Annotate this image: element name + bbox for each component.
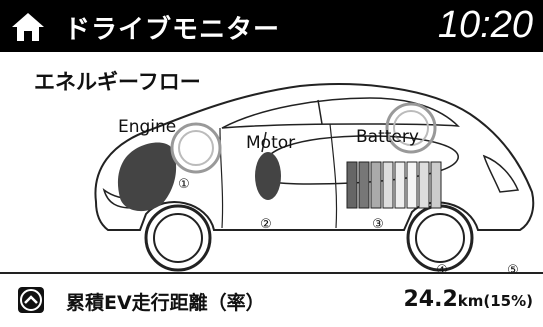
marker-motor: ② (260, 217, 272, 232)
chevron-up-icon (20, 289, 42, 311)
front-wheel (144, 204, 212, 272)
battery-component (346, 102, 442, 209)
marker-ev-distance: ④ (436, 263, 448, 272)
ev-stats-bar: 累積EV走行距離（率） 24.2km(15%) (0, 272, 543, 327)
ev-distance-number: 24.2 (403, 287, 458, 312)
rear-wheel (406, 204, 474, 272)
header-bar: ドライブモニター 10:20 (0, 0, 543, 52)
home-icon (12, 13, 44, 41)
marker-engine: ① (178, 177, 190, 192)
marker-battery: ③ (372, 217, 384, 232)
ev-distance-label: 累積EV走行距離（率） (66, 292, 265, 314)
car-window-line (221, 97, 460, 129)
energy-flow-diagram: Engine Motor Battery ① ② ③ ④ ⑤ (94, 83, 535, 272)
expand-toggle-button[interactable] (18, 287, 44, 313)
battery-label: Battery (356, 127, 419, 147)
ev-distance-value: 24.2km(15%) (403, 287, 533, 312)
clock: 10:20 (437, 4, 533, 46)
motor-label: Motor (246, 133, 295, 153)
ev-rate: (15%) (483, 292, 533, 310)
home-button[interactable] (8, 10, 48, 44)
engine-label: Engine (118, 117, 176, 137)
ev-distance-unit: km (457, 292, 484, 310)
app-title: ドライブモニター (64, 15, 281, 45)
marker-ev-rate: ⑤ (507, 263, 519, 272)
